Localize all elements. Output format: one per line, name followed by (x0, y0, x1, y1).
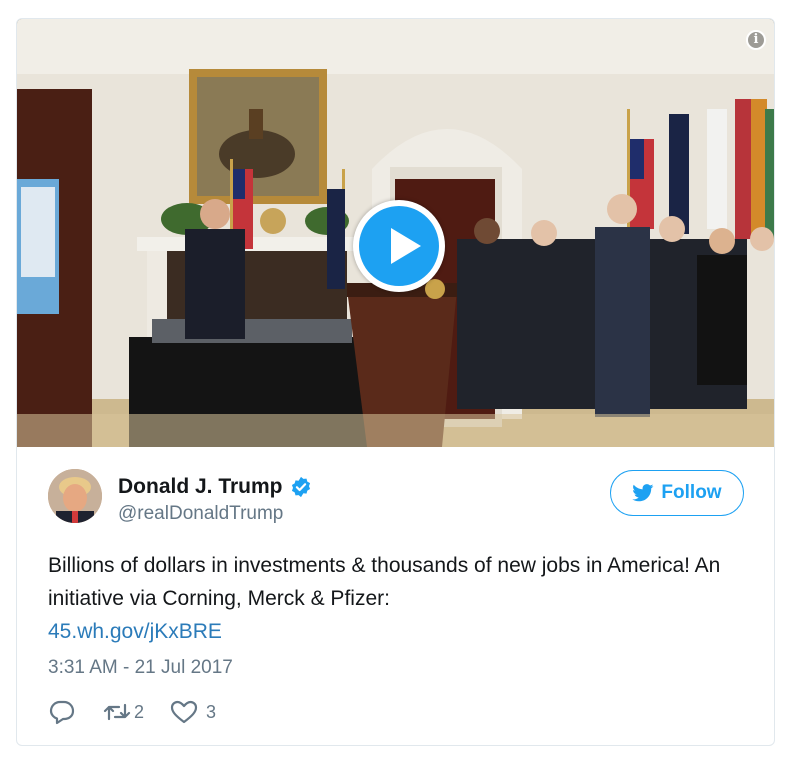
retweet-button[interactable]: 2 (103, 699, 144, 725)
twitter-bird-icon (632, 484, 654, 502)
play-icon (359, 206, 439, 286)
follow-label: Follow (661, 482, 722, 503)
reply-icon (49, 700, 75, 725)
play-button[interactable] (353, 200, 445, 292)
tweet-text: Billions of dollars in investments & tho… (48, 549, 738, 648)
follow-button[interactable]: Follow (610, 470, 744, 516)
info-icon[interactable]: i (746, 30, 766, 50)
tweet-actions: 2 3 (48, 699, 216, 725)
heart-icon (170, 700, 198, 724)
tweet-card[interactable]: i Donald J. Trump @realDonaldTrump Follo… (16, 18, 775, 746)
reply-button[interactable] (48, 699, 76, 725)
like-button[interactable]: 3 (170, 699, 216, 725)
tweet-timestamp[interactable]: 3:31 AM - 21 Jul 2017 (48, 657, 233, 679)
author-row: Donald J. Trump (118, 475, 312, 499)
retweet-count: 2 (134, 701, 145, 722)
tweet-link[interactable]: 45.wh.gov/jKxBRE (48, 620, 222, 643)
verified-badge-icon (291, 476, 310, 498)
avatar-image (48, 469, 102, 523)
video-thumbnail[interactable]: i (17, 19, 774, 447)
author-name[interactable]: Donald J. Trump (118, 475, 283, 499)
author-handle[interactable]: @realDonaldTrump (118, 503, 283, 525)
avatar[interactable] (48, 469, 102, 523)
like-count: 3 (206, 701, 217, 722)
tweet-body: Billions of dollars in investments & tho… (48, 554, 721, 610)
retweet-icon (103, 703, 131, 721)
